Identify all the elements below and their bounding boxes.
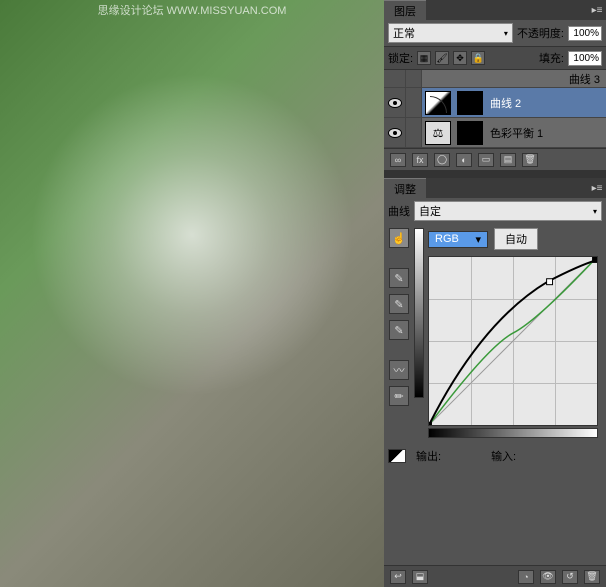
- blend-mode-value: 正常: [393, 25, 415, 41]
- watermark-text: 思缘设计论坛 WWW.MISSYUAN.COM: [98, 2, 287, 18]
- layer-row[interactable]: 曲线 3: [384, 70, 606, 88]
- lock-fill-row: 锁定: ▦ 🖌 ✥ 🔒 填充: 100%: [384, 46, 606, 70]
- adjustments-panel: 调整 ▸≡ 曲线 自定 ▾ ☝ ✎ ✎ ✎ 〰 ✏: [384, 178, 606, 587]
- layer-name: 色彩平衡 1: [490, 125, 543, 141]
- blend-opacity-row: 正常 ▾ 不透明度: 100%: [384, 20, 606, 46]
- layers-panel: 图层 ▸≡ 正常 ▾ 不透明度: 100% 锁定: ▦ 🖌 ✥ 🔒 填充: 10…: [384, 0, 606, 170]
- toggle-visibility-icon[interactable]: 👁: [540, 570, 556, 584]
- layer-name: 曲线 2: [490, 95, 521, 111]
- link-col: [406, 118, 422, 147]
- reset-icon[interactable]: ↺: [562, 570, 578, 584]
- chevron-down-icon: ▾: [475, 233, 481, 246]
- curves-tools-column: ☝ ✎ ✎ ✎ 〰 ✏: [388, 228, 410, 438]
- eyedropper-black-icon[interactable]: ✎: [389, 268, 409, 288]
- adjustment-layer-icon[interactable]: ◐: [456, 153, 472, 167]
- delete-layer-icon[interactable]: 🗑: [522, 153, 538, 167]
- lock-icons-group: ▦ 🖌 ✥ 🔒: [417, 51, 485, 65]
- tab-layers[interactable]: 图层: [384, 0, 426, 21]
- group-icon[interactable]: ▭: [478, 153, 494, 167]
- new-layer-icon[interactable]: ▤: [500, 153, 516, 167]
- eyedropper-white-icon[interactable]: ✎: [389, 320, 409, 340]
- fill-label: 填充:: [539, 50, 564, 66]
- clip-to-layer-icon[interactable]: ◔: [518, 570, 534, 584]
- curve-point-tool-icon[interactable]: 〰: [389, 360, 409, 380]
- layer-mask-icon[interactable]: ◯: [434, 153, 450, 167]
- io-gradient-icon: [388, 449, 406, 463]
- eye-icon: [388, 128, 402, 138]
- input-output-row: 输出: 输入:: [384, 442, 606, 470]
- chevron-down-icon: ▾: [504, 29, 508, 38]
- return-to-list-icon[interactable]: ↩: [390, 570, 406, 584]
- input-label: 输入:: [491, 448, 516, 464]
- adjustment-thumb-icon[interactable]: ⚖: [425, 121, 451, 145]
- curve-graph[interactable]: [428, 256, 598, 426]
- document-canvas[interactable]: 思缘设计论坛 WWW.MISSYUAN.COM: [0, 0, 384, 587]
- lock-position-icon[interactable]: ✥: [453, 51, 467, 65]
- layer-mask-thumb[interactable]: [457, 121, 483, 145]
- link-col: [406, 88, 422, 117]
- adjustment-thumb-icon[interactable]: [425, 91, 451, 115]
- layers-panel-menu-icon[interactable]: ▸≡: [588, 5, 606, 16]
- layer-style-icon[interactable]: fx: [412, 153, 428, 167]
- layer-name: 曲线 3: [569, 71, 600, 87]
- output-label: 输出:: [416, 448, 441, 464]
- lock-transparent-icon[interactable]: ▦: [417, 51, 431, 65]
- auto-button[interactable]: 自动: [494, 228, 538, 250]
- curve-svg: [429, 257, 597, 425]
- opacity-label: 不透明度:: [517, 25, 564, 41]
- curves-editor-area: ☝ ✎ ✎ ✎ 〰 ✏ RGB ▾ 自动: [384, 224, 606, 442]
- curves-label: 曲线: [388, 203, 410, 219]
- blend-mode-select[interactable]: 正常 ▾: [388, 23, 513, 43]
- lock-pixels-icon[interactable]: 🖌: [435, 51, 449, 65]
- adjustments-panel-menu-icon[interactable]: ▸≡: [588, 183, 606, 194]
- visibility-toggle[interactable]: [384, 88, 406, 117]
- lock-all-icon[interactable]: 🔒: [471, 51, 485, 65]
- curve-graph-container: RGB ▾ 自动: [428, 228, 598, 438]
- adjustments-panel-tabs: 调整 ▸≡: [384, 178, 606, 198]
- adjustments-bottom-bar: ↩ ⬓ ◔ 👁 ↺ 🗑: [384, 565, 606, 587]
- panels-dock: 图层 ▸≡ 正常 ▾ 不透明度: 100% 锁定: ▦ 🖌 ✥ 🔒 填充: 10…: [384, 0, 606, 587]
- fill-input[interactable]: 100%: [568, 51, 602, 66]
- opacity-input[interactable]: 100%: [568, 26, 602, 41]
- curves-preset-value: 自定: [419, 203, 441, 219]
- visibility-toggle[interactable]: [384, 118, 406, 147]
- layer-row[interactable]: ⚖ 色彩平衡 1: [384, 118, 606, 148]
- layers-bottom-bar: ∞ fx ◯ ◐ ▭ ▤ 🗑: [384, 148, 606, 170]
- layer-mask-thumb[interactable]: [457, 91, 483, 115]
- curves-preset-row: 曲线 自定 ▾: [384, 198, 606, 224]
- link-col: [406, 70, 422, 87]
- layers-list: 曲线 3 曲线 2 ⚖ 色彩平衡 1: [384, 70, 606, 148]
- link-layers-icon[interactable]: ∞: [390, 153, 406, 167]
- channel-select[interactable]: RGB ▾: [428, 231, 488, 248]
- output-gradient: [414, 228, 424, 398]
- input-gradient: [428, 428, 598, 438]
- layers-panel-tabs: 图层 ▸≡: [384, 0, 606, 20]
- tab-adjustments[interactable]: 调整: [384, 178, 426, 199]
- chevron-down-icon: ▾: [593, 207, 597, 216]
- eye-icon: [388, 98, 402, 108]
- lock-label: 锁定:: [388, 50, 413, 66]
- channel-value: RGB: [435, 233, 459, 245]
- on-image-adjust-icon[interactable]: ☝: [389, 228, 409, 248]
- eyedropper-gray-icon[interactable]: ✎: [389, 294, 409, 314]
- curves-preset-select[interactable]: 自定 ▾: [414, 201, 602, 221]
- curve-pencil-tool-icon[interactable]: ✏: [389, 386, 409, 406]
- visibility-toggle[interactable]: [384, 70, 406, 87]
- delete-adjustment-icon[interactable]: 🗑: [584, 570, 600, 584]
- expand-view-icon[interactable]: ⬓: [412, 570, 428, 584]
- layer-row[interactable]: 曲线 2: [384, 88, 606, 118]
